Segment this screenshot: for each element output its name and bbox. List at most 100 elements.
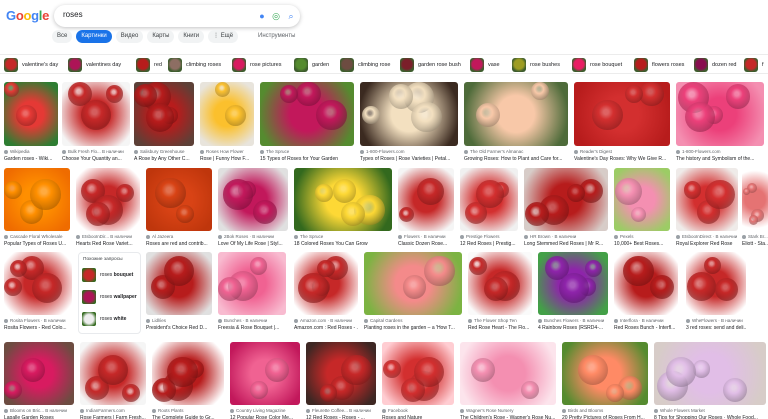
image-thumbnail[interactable] [676, 82, 764, 146]
result-title[interactable]: A Rose by Any Other C... [134, 156, 194, 162]
tab-4[interactable]: Книги [178, 30, 205, 43]
image-result[interactable]: Prestige Flowers 12 Red Roses | Prestig..… [460, 168, 518, 249]
image-result[interactable]: Reader's Digest Valentine's Day Roses: Wh… [574, 82, 670, 164]
image-thumbnail[interactable] [654, 342, 766, 405]
image-result[interactable]: EtsbooInDirect · В наличии Royal Explorer… [676, 168, 738, 249]
result-title[interactable]: 4 Rainbow Roses (RSRD4-... [538, 325, 608, 331]
result-title[interactable]: 10,000+ Best Roses... [614, 241, 670, 247]
image-thumbnail[interactable] [230, 342, 300, 405]
image-result[interactable]: Wikipedia Garden roses - Wiki... [4, 82, 58, 164]
result-title[interactable]: 15 Types of Roses for Your Garden [260, 156, 354, 162]
image-thumbnail[interactable] [76, 168, 140, 231]
image-result[interactable]: HR Brown · В наличии Long Stemmed Red Ros… [524, 168, 608, 249]
image-thumbnail[interactable] [614, 168, 670, 231]
image-result[interactable]: The Spruce 15 Types of Roses for Your Gar… [260, 82, 354, 164]
tools-button[interactable]: Инструменты [258, 30, 295, 43]
tab-2[interactable]: Видео [115, 30, 144, 43]
result-title[interactable]: The Children's Rose - Wagner's Rose Nu..… [460, 415, 556, 419]
chip-item[interactable]: valentines day [68, 58, 121, 72]
google-logo[interactable]: Google [6, 8, 49, 23]
image-result[interactable]: Facebook Roses and Nature [382, 342, 454, 419]
chip-item[interactable]: red [136, 58, 162, 72]
result-title[interactable]: Garden roses - Wiki... [4, 156, 58, 162]
result-title[interactable]: 18 Colored Roses You Can Grow [294, 241, 392, 247]
image-thumbnail[interactable] [538, 252, 608, 315]
result-title[interactable]: Love Of My Life Rose | Styl... [218, 241, 288, 247]
search-icon[interactable]: ⌕ [285, 9, 297, 23]
result-title[interactable]: Royal Explorer Red Rose [676, 241, 738, 247]
image-thumbnail[interactable] [294, 168, 392, 231]
result-title[interactable]: 3 red roses: send and deli... [686, 325, 746, 331]
image-result[interactable]: Bulk Fresh Flo... В наличии Choose Your Q… [62, 82, 130, 164]
image-result[interactable]: Roots Plants The Complete Guide to Gr... [152, 342, 224, 419]
lens-icon[interactable]: ◎ [270, 9, 282, 23]
result-title[interactable]: Red Rose Heart - The Flo... [468, 325, 532, 331]
chip-item[interactable]: dozen red [694, 58, 736, 72]
result-title[interactable]: Roses and Nature [382, 415, 454, 419]
image-thumbnail[interactable] [294, 252, 358, 315]
image-result[interactable]: Amazon.com · В наличии Amazon.com : Red R… [294, 252, 358, 333]
tab-0[interactable]: Все [52, 30, 73, 43]
image-result[interactable]: Wagner's Rose Nursery The Children's Rose… [460, 342, 556, 419]
image-result[interactable]: Flowers · В наличии Classic Dozen Rose... [398, 168, 454, 249]
result-title[interactable]: Growing Roses: How to Plant and Care for… [464, 156, 568, 162]
image-thumbnail[interactable] [382, 342, 454, 405]
image-thumbnail[interactable] [360, 82, 458, 146]
image-result[interactable]: Roses How Flower Rose | Funny How F... [200, 82, 254, 164]
result-title[interactable]: Planting roses in the garden – a 'How T.… [364, 325, 462, 331]
chip-item[interactable]: valentine's day [4, 58, 58, 72]
result-title[interactable]: Rose Farmers | Farm Fresh... [80, 415, 146, 419]
chip-item[interactable]: rose pictures [232, 58, 282, 72]
result-title[interactable]: Popular Types of Roses U... [4, 241, 70, 247]
image-result[interactable]: Salisbury Greenhouse A Rose by Any Other … [134, 82, 194, 164]
result-title[interactable]: Roses are red and contrib... [146, 241, 212, 247]
image-result[interactable]: IndianFarmers.com Rose Farmers | Farm Fre… [80, 342, 146, 419]
image-thumbnail[interactable] [676, 168, 738, 231]
image-thumbnail[interactable] [146, 168, 212, 231]
image-thumbnail[interactable] [524, 168, 608, 231]
image-thumbnail[interactable] [614, 252, 678, 315]
image-thumbnail[interactable] [80, 342, 146, 405]
image-thumbnail[interactable] [4, 168, 70, 231]
result-title[interactable]: The history and Symbolism of the... [676, 156, 764, 162]
image-thumbnail[interactable] [4, 252, 72, 315]
image-result[interactable]: The Flower Shop Ten Red Rose Heart - The … [468, 252, 532, 333]
image-result[interactable]: Whole Flowers Market 8 Tips for Shopping … [654, 342, 766, 419]
result-title[interactable]: Valentine's Day Roses: Why We Give R... [574, 156, 670, 162]
image-result[interactable]: Birds and Blooms 20 Pretty Pictures of Ro… [562, 342, 648, 419]
image-thumbnail[interactable] [200, 82, 254, 146]
image-thumbnail[interactable] [574, 82, 670, 146]
result-title[interactable]: Types of Roses | Rose Varieties | Petal.… [360, 156, 458, 162]
image-thumbnail[interactable] [468, 252, 532, 315]
image-result[interactable]: Cascade Floral Wholesale Popular Types of… [4, 168, 70, 249]
tab-5[interactable]: ⋮ Ещё [208, 30, 239, 43]
chip-item[interactable]: garden rose bush [400, 58, 461, 72]
image-thumbnail[interactable] [306, 342, 376, 405]
result-title[interactable]: Lapalle Garden Roses [4, 415, 74, 419]
result-title[interactable]: Choose Your Quantity an... [62, 156, 130, 162]
chip-item[interactable]: rose bouquet [572, 58, 622, 72]
image-thumbnail[interactable] [134, 82, 194, 146]
image-thumbnail[interactable] [62, 82, 130, 146]
image-thumbnail[interactable] [464, 82, 568, 146]
result-title[interactable]: Red Roses Bunch - Interfl... [614, 325, 678, 331]
image-result[interactable]: The Old Farmer's Almanac Growing Roses: H… [464, 82, 568, 164]
image-result[interactable]: Al Jazeera Roses are red and contrib... [146, 168, 212, 249]
image-thumbnail[interactable] [460, 342, 556, 405]
result-title[interactable]: 12 Popular Rose Color Me... [230, 415, 300, 419]
chip-item[interactable]: flowers roses [634, 58, 684, 72]
image-thumbnail[interactable] [742, 168, 768, 231]
image-result[interactable]: Bunches · В наличии Freesia & Rose Bouque… [218, 252, 286, 333]
result-title[interactable]: 20 Pretty Pictures of Roses From H... [562, 415, 648, 419]
result-title[interactable]: Rosita Flowers - Red Colo... [4, 325, 72, 331]
image-result[interactable]: Blooms on Bric... В наличии Lapalle Garde… [4, 342, 74, 419]
image-result[interactable]: 1-800-Flowers.com Types of Roses | Rose V… [360, 82, 458, 164]
result-title[interactable]: Hearts Red Rose Variet... [76, 241, 140, 247]
image-result[interactable]: Lidl/ies President's Choice Red D... [146, 252, 212, 333]
result-title[interactable]: The Complete Guide to Gr... [152, 415, 224, 419]
image-result[interactable]: 2Bok Roses · В наличии Love Of My Life Ro… [218, 168, 288, 249]
image-thumbnail[interactable] [398, 168, 454, 231]
image-result[interactable]: Pexels 10,000+ Best Roses... [614, 168, 670, 249]
search-input[interactable]: roses [63, 10, 83, 19]
result-title[interactable]: Rose | Funny How F... [200, 156, 254, 162]
